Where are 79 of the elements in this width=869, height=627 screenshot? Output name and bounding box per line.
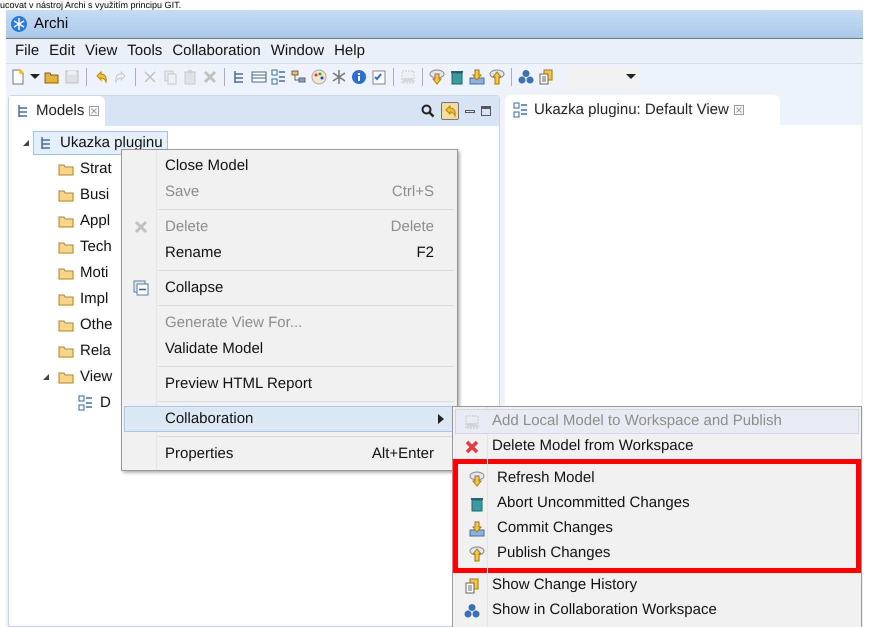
caret-icon bbox=[626, 74, 636, 79]
minimize-icon[interactable] bbox=[465, 110, 475, 112]
tree-item[interactable]: View bbox=[53, 365, 118, 389]
menu-item[interactable]: View bbox=[80, 40, 122, 62]
git-file-icon bbox=[464, 414, 480, 430]
inbox-arrow-icon bbox=[469, 520, 485, 536]
copy-icon bbox=[162, 68, 178, 84]
menu-item[interactable]: Close Model bbox=[124, 153, 455, 179]
collapse-icon bbox=[133, 280, 149, 296]
close-icon[interactable] bbox=[89, 106, 100, 116]
diagram-icon bbox=[271, 68, 287, 84]
menu-item[interactable]: Collaboration bbox=[167, 40, 266, 62]
menu-item[interactable]: Properties Alt+Enter bbox=[124, 441, 455, 467]
menu-item[interactable]: Abort Uncommitted Changes bbox=[460, 491, 854, 516]
combo-field[interactable] bbox=[568, 66, 638, 88]
caret-icon bbox=[30, 74, 40, 79]
hierarchy-icon bbox=[291, 68, 307, 84]
search-icon[interactable] bbox=[421, 104, 435, 118]
link-toggle-button[interactable] bbox=[441, 102, 459, 120]
models-tab[interactable]: Models bbox=[9, 96, 106, 126]
save-icon bbox=[64, 68, 80, 84]
snowflake-icon bbox=[331, 68, 347, 84]
editor-tab[interactable]: Ukazka pluginu: Default View bbox=[505, 95, 780, 125]
menu-item[interactable]: Preview HTML Report bbox=[124, 371, 455, 397]
tree-item[interactable]: Tech bbox=[53, 235, 117, 259]
cloud-download-icon bbox=[429, 68, 445, 84]
trash-icon bbox=[469, 496, 485, 512]
menu-item[interactable]: Edit bbox=[44, 40, 80, 62]
delete-icon bbox=[464, 438, 480, 454]
tree-item[interactable]: Busi bbox=[53, 183, 114, 207]
menu-item[interactable]: Show Change History bbox=[455, 573, 859, 598]
toolbar-button[interactable] bbox=[30, 74, 40, 79]
expanded-arrow-icon[interactable] bbox=[42, 373, 50, 381]
circles-icon bbox=[464, 602, 480, 618]
cloud-upload-icon bbox=[489, 68, 505, 84]
tree-item[interactable]: Impl bbox=[53, 287, 114, 311]
info-icon bbox=[351, 68, 367, 84]
diagram-icon bbox=[78, 395, 94, 411]
tree-item[interactable]: Ukazka pluginu bbox=[33, 131, 168, 155]
menu-item[interactable]: Collapse bbox=[124, 275, 455, 301]
tree-item[interactable]: Moti bbox=[53, 261, 114, 285]
checklist-icon bbox=[371, 68, 387, 84]
tree-item[interactable]: Appl bbox=[53, 209, 116, 233]
menu-item[interactable]: Help bbox=[329, 40, 370, 62]
maximize-icon[interactable] bbox=[481, 106, 491, 116]
tree-item[interactable]: Othe bbox=[53, 313, 118, 337]
menu-item[interactable]: Rename F2 bbox=[124, 240, 455, 266]
new-file-icon bbox=[10, 68, 26, 84]
menu-item[interactable]: Commit Changes bbox=[460, 516, 854, 541]
table-icon bbox=[251, 68, 267, 84]
delete-icon bbox=[133, 219, 149, 235]
cloud-upload-icon bbox=[469, 546, 485, 562]
menu-item[interactable]: Collaboration bbox=[124, 406, 455, 432]
expanded-arrow-icon[interactable] bbox=[22, 139, 30, 147]
git-file-icon bbox=[400, 68, 416, 84]
menu-item[interactable]: Delete Model from Workspace bbox=[455, 434, 859, 459]
menu-item[interactable]: Validate Model bbox=[124, 336, 455, 362]
close-icon[interactable] bbox=[734, 105, 744, 115]
circles-icon bbox=[518, 68, 534, 84]
menu-item[interactable]: Tools bbox=[122, 40, 168, 62]
inbox-arrow-icon bbox=[469, 68, 485, 84]
menu-item[interactable]: Show in Collaboration Workspace bbox=[455, 598, 859, 623]
window-title: Archi bbox=[34, 14, 68, 34]
documents-icon bbox=[538, 68, 554, 84]
delete-icon bbox=[202, 68, 218, 84]
palette-icon bbox=[311, 68, 327, 84]
documents-icon bbox=[464, 578, 480, 594]
cloud-download-icon bbox=[469, 470, 485, 486]
menu-item[interactable]: File bbox=[10, 40, 44, 62]
trash-icon bbox=[449, 68, 465, 84]
menu-item[interactable]: Window bbox=[266, 40, 330, 62]
diagram-icon bbox=[513, 102, 529, 118]
scissors-icon bbox=[142, 68, 158, 84]
tree-item[interactable]: Rela bbox=[53, 339, 116, 363]
app-logo-icon bbox=[10, 15, 28, 33]
clipboard-icon bbox=[182, 68, 198, 84]
tree-item[interactable]: Strat bbox=[53, 157, 117, 181]
caption: ucovat v nástroj Archi s využitím principu GIT. bbox=[0, 0, 182, 10]
tree-item[interactable]: D bbox=[73, 391, 116, 415]
